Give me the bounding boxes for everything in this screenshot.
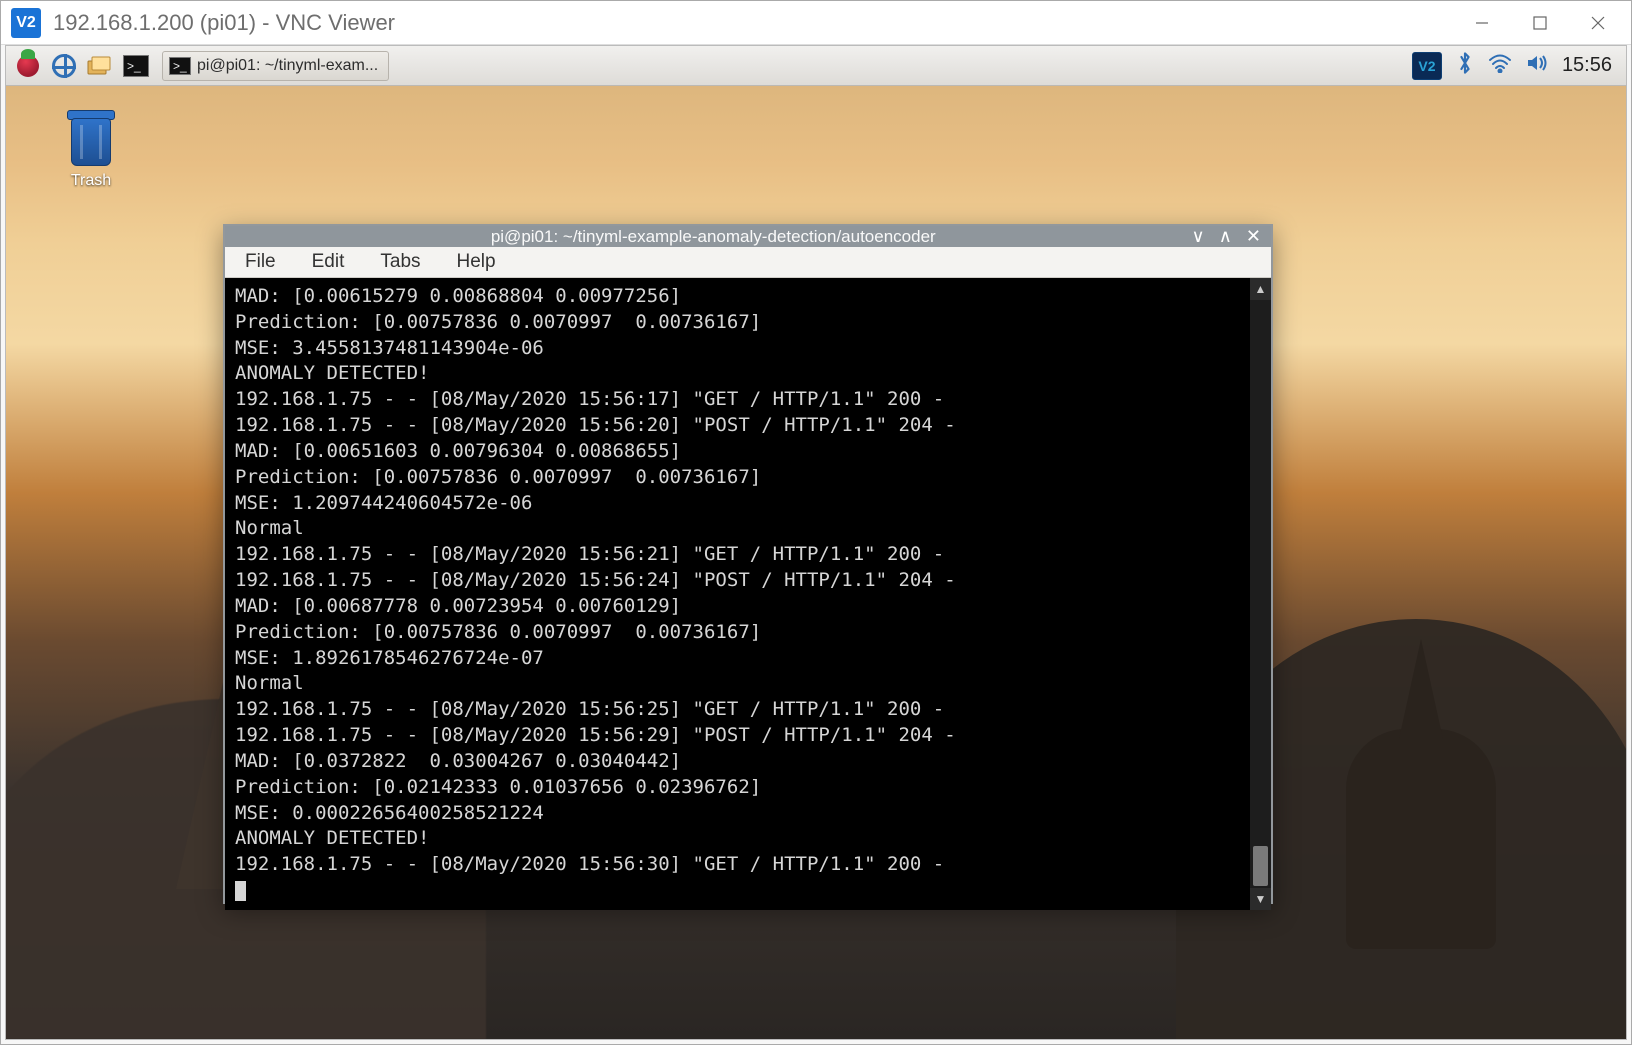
scroll-down-icon[interactable]: ▼ <box>1250 888 1271 910</box>
vnc-viewport[interactable]: >_ >_ pi@pi01: ~/tinyml-exam... V2 <box>5 45 1627 1040</box>
vnc-server-tray-icon[interactable]: V2 <box>1412 52 1442 80</box>
folder-icon <box>87 55 113 77</box>
window-maximize-icon[interactable]: ∧ <box>1219 226 1232 247</box>
terminal-menubar: File Edit Tabs Help <box>225 247 1271 278</box>
desktop-trash[interactable]: Trash <box>46 106 136 190</box>
vnc-viewer-window: V2 192.168.1.200 (pi01) - VNC Viewer <box>0 0 1632 1045</box>
window-close-icon[interactable]: ✕ <box>1246 226 1261 247</box>
web-browser-launcher[interactable] <box>48 52 80 80</box>
terminal-launcher[interactable]: >_ <box>120 52 152 80</box>
trash-icon <box>63 106 119 166</box>
terminal-title: pi@pi01: ~/tinyml-example-anomaly-detect… <box>235 227 1192 247</box>
globe-icon <box>52 54 76 78</box>
pi-taskbar: >_ >_ pi@pi01: ~/tinyml-exam... V2 <box>6 46 1626 86</box>
menu-tabs[interactable]: Tabs <box>364 247 436 277</box>
taskbar-window-button[interactable]: >_ pi@pi01: ~/tinyml-exam... <box>162 51 389 81</box>
terminal-icon: >_ <box>123 55 149 77</box>
close-button[interactable] <box>1569 3 1627 43</box>
menu-edit[interactable]: Edit <box>296 247 361 277</box>
window-minimize-icon[interactable]: ∨ <box>1192 226 1205 247</box>
terminal-titlebar[interactable]: pi@pi01: ~/tinyml-example-anomaly-detect… <box>225 226 1271 247</box>
wifi-icon[interactable] <box>1488 53 1512 79</box>
volume-icon[interactable] <box>1526 53 1548 79</box>
bluetooth-icon[interactable] <box>1456 51 1474 81</box>
vnc-titlebar[interactable]: V2 192.168.1.200 (pi01) - VNC Viewer <box>1 1 1631 45</box>
terminal-window[interactable]: pi@pi01: ~/tinyml-example-anomaly-detect… <box>223 224 1273 904</box>
taskbar-window-label: pi@pi01: ~/tinyml-exam... <box>197 57 378 75</box>
raspberry-icon <box>17 55 39 77</box>
clock[interactable]: 15:56 <box>1562 54 1612 77</box>
menu-file[interactable]: File <box>229 247 292 277</box>
maximize-button[interactable] <box>1511 3 1569 43</box>
minimize-button[interactable] <box>1453 3 1511 43</box>
pi-desktop[interactable]: >_ >_ pi@pi01: ~/tinyml-exam... V2 <box>6 46 1626 1039</box>
vnc-window-title: 192.168.1.200 (pi01) - VNC Viewer <box>53 10 1453 36</box>
system-tray: V2 15:56 <box>1412 51 1620 81</box>
scroll-up-icon[interactable]: ▲ <box>1250 278 1271 300</box>
file-manager-launcher[interactable] <box>84 52 116 80</box>
menu-help[interactable]: Help <box>441 247 512 277</box>
vnc-logo-icon: V2 <box>11 8 41 38</box>
scrollbar-thumb[interactable] <box>1253 846 1268 886</box>
desktop-trash-label: Trash <box>46 172 136 190</box>
terminal-icon: >_ <box>169 57 191 75</box>
terminal-scrollbar[interactable]: ▲ ▼ <box>1249 278 1271 910</box>
terminal-output[interactable]: MAD: [0.00615279 0.00868804 0.00977256] … <box>225 278 1249 910</box>
pi-menu-button[interactable] <box>12 52 44 80</box>
